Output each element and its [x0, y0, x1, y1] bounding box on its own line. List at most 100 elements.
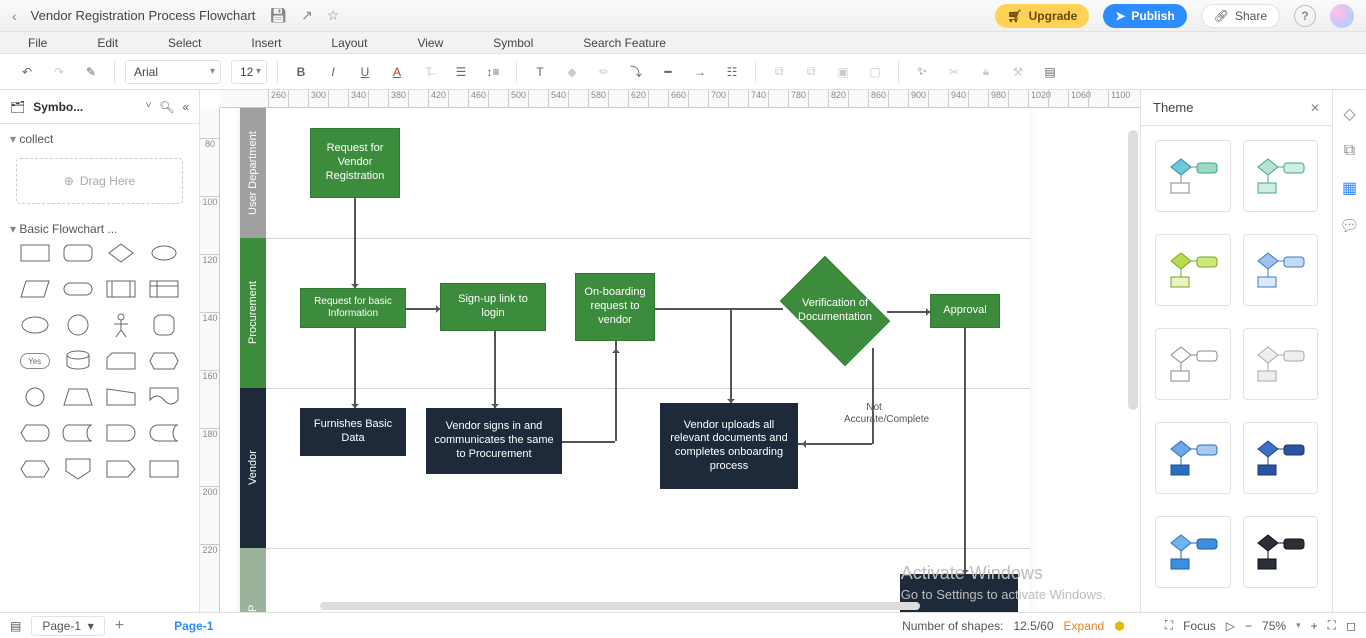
shape-predef[interactable]: [103, 276, 140, 302]
shape-ellipse-small[interactable]: [146, 240, 183, 266]
section-basic-flowchart[interactable]: Basic Flowchart ...: [10, 222, 189, 236]
node-approval[interactable]: Approval: [930, 294, 1000, 328]
shape-delay[interactable]: [103, 420, 140, 446]
menu-file[interactable]: File: [28, 36, 47, 50]
distribute-button[interactable]: ☷: [719, 59, 745, 85]
node-request-basic-info[interactable]: Request for basic Information: [300, 288, 406, 328]
avatar[interactable]: [1330, 4, 1354, 28]
page[interactable]: User Department Procurement Vendor P Req…: [240, 108, 1030, 612]
export-icon[interactable]: ↗: [301, 7, 313, 24]
theme-card[interactable]: [1155, 234, 1231, 306]
clear-format-button[interactable]: T̶: [416, 59, 442, 85]
crop-button[interactable]: ✂︎: [941, 59, 967, 85]
menu-view[interactable]: View: [417, 36, 443, 50]
lock-button[interactable]: 🔒︎: [973, 59, 999, 85]
menu-insert[interactable]: Insert: [251, 36, 281, 50]
theme-card[interactable]: [1155, 328, 1231, 400]
canvas-scrollbar-horizontal[interactable]: [320, 602, 920, 610]
shape-cylinder[interactable]: [59, 348, 96, 374]
theme-card[interactable]: [1155, 422, 1231, 494]
sidebar-expand-icon[interactable]: ⱽ: [146, 100, 151, 114]
shape-person[interactable]: [103, 312, 140, 338]
fill-button[interactable]: ◆: [559, 59, 585, 85]
shape-terminator[interactable]: [59, 276, 96, 302]
shape-parallelogram[interactable]: [16, 276, 53, 302]
tools-button[interactable]: ⚒︎: [1005, 59, 1031, 85]
node-vendor-uploads[interactable]: Vendor uploads all relevant documents an…: [660, 403, 798, 489]
format-painter-button[interactable]: ✎: [78, 59, 104, 85]
section-collect[interactable]: collect: [10, 132, 189, 146]
node-vendor-signs[interactable]: Vendor signs in and communicates the sam…: [426, 408, 562, 474]
lane-sap[interactable]: P: [240, 548, 266, 612]
shape-manual[interactable]: [103, 384, 140, 410]
share-button[interactable]: 🔗︎Share: [1201, 4, 1280, 28]
connector-button[interactable]: ⤵: [623, 59, 649, 85]
theme-card[interactable]: [1243, 328, 1319, 400]
play-icon[interactable]: ▷: [1226, 619, 1235, 633]
shape-doc[interactable]: [146, 384, 183, 410]
star-icon[interactable]: ☆: [327, 7, 340, 24]
node-signup-link[interactable]: Sign-up link to login: [440, 283, 546, 331]
redo-button[interactable]: ↷: [46, 59, 72, 85]
sidebar-search-icon[interactable]: 🔍︎: [159, 100, 174, 114]
pages-icon[interactable]: ▤: [10, 619, 21, 633]
shape-card[interactable]: [103, 348, 140, 374]
ungroup-button[interactable]: ▢: [862, 59, 888, 85]
shape-diamond[interactable]: [103, 240, 140, 266]
sidebar-collapse-icon[interactable]: «: [182, 100, 189, 114]
side-style-icon[interactable]: ◇: [1343, 104, 1355, 124]
zoom-in-button[interactable]: +: [1311, 619, 1318, 633]
pen-button[interactable]: ✏: [591, 59, 617, 85]
bold-button[interactable]: B: [288, 59, 314, 85]
underline-button[interactable]: U: [352, 59, 378, 85]
group-button[interactable]: ▣: [830, 59, 856, 85]
text-tool-button[interactable]: T: [527, 59, 553, 85]
node-request-registration[interactable]: Request for Vendor Registration: [310, 128, 400, 198]
panel-toggle-icon[interactable]: ◻: [1346, 619, 1356, 633]
menu-edit[interactable]: Edit: [97, 36, 118, 50]
add-page-button[interactable]: +: [115, 617, 124, 635]
lane-user-dept[interactable]: User Department: [240, 108, 266, 238]
shape-display[interactable]: [16, 420, 53, 446]
focus-label[interactable]: Focus: [1183, 619, 1216, 633]
canvas-scrollbar-vertical[interactable]: [1128, 130, 1138, 410]
line-weight-button[interactable]: ━: [655, 59, 681, 85]
shape-stored[interactable]: [146, 420, 183, 446]
font-color-button[interactable]: A: [384, 59, 410, 85]
theme-card[interactable]: [1243, 234, 1319, 306]
line-style-button[interactable]: →: [687, 59, 713, 85]
upgrade-button[interactable]: 🛒︎Upgrade: [995, 4, 1089, 28]
shape-rect[interactable]: [16, 240, 53, 266]
menu-select[interactable]: Select: [168, 36, 201, 50]
shape-hex[interactable]: [16, 456, 53, 482]
font-select[interactable]: Arial: [125, 60, 221, 84]
shape-pentagon[interactable]: [103, 456, 140, 482]
align-left-button[interactable]: ☰: [448, 59, 474, 85]
page-selector[interactable]: Page-1 ▾: [31, 616, 104, 636]
lane-vendor[interactable]: Vendor: [240, 388, 266, 548]
shape-internal[interactable]: [146, 276, 183, 302]
publish-button[interactable]: ➤Publish: [1103, 4, 1186, 28]
shape-oval[interactable]: [16, 312, 53, 338]
page-tab[interactable]: Page-1: [174, 619, 213, 633]
line-spacing-button[interactable]: ↕≡: [480, 59, 506, 85]
effects-button[interactable]: ✨︎: [909, 59, 935, 85]
side-theme-icon[interactable]: ▦: [1342, 178, 1357, 198]
shape-storage[interactable]: [59, 420, 96, 446]
node-verification[interactable]: Verification of Documentation: [770, 266, 900, 356]
node-onboarding-req[interactable]: On-boarding request to vendor: [575, 273, 655, 341]
bookmark-icon[interactable]: ⬢: [1114, 619, 1124, 633]
italic-button[interactable]: I: [320, 59, 346, 85]
shape-rect2[interactable]: [146, 456, 183, 482]
back-button[interactable]: ⧉: [798, 59, 824, 85]
theme-card[interactable]: [1155, 140, 1231, 212]
shape-trap[interactable]: [59, 384, 96, 410]
help-icon[interactable]: ?: [1294, 5, 1316, 27]
close-icon[interactable]: ✕: [1310, 101, 1320, 115]
shape-circle2[interactable]: [16, 384, 53, 410]
shape-loop[interactable]: [146, 348, 183, 374]
shape-circle[interactable]: [59, 312, 96, 338]
zoom-out-button[interactable]: −: [1245, 619, 1252, 633]
zoom-value[interactable]: 75%: [1262, 619, 1286, 633]
expand-button[interactable]: Expand: [1064, 619, 1105, 633]
